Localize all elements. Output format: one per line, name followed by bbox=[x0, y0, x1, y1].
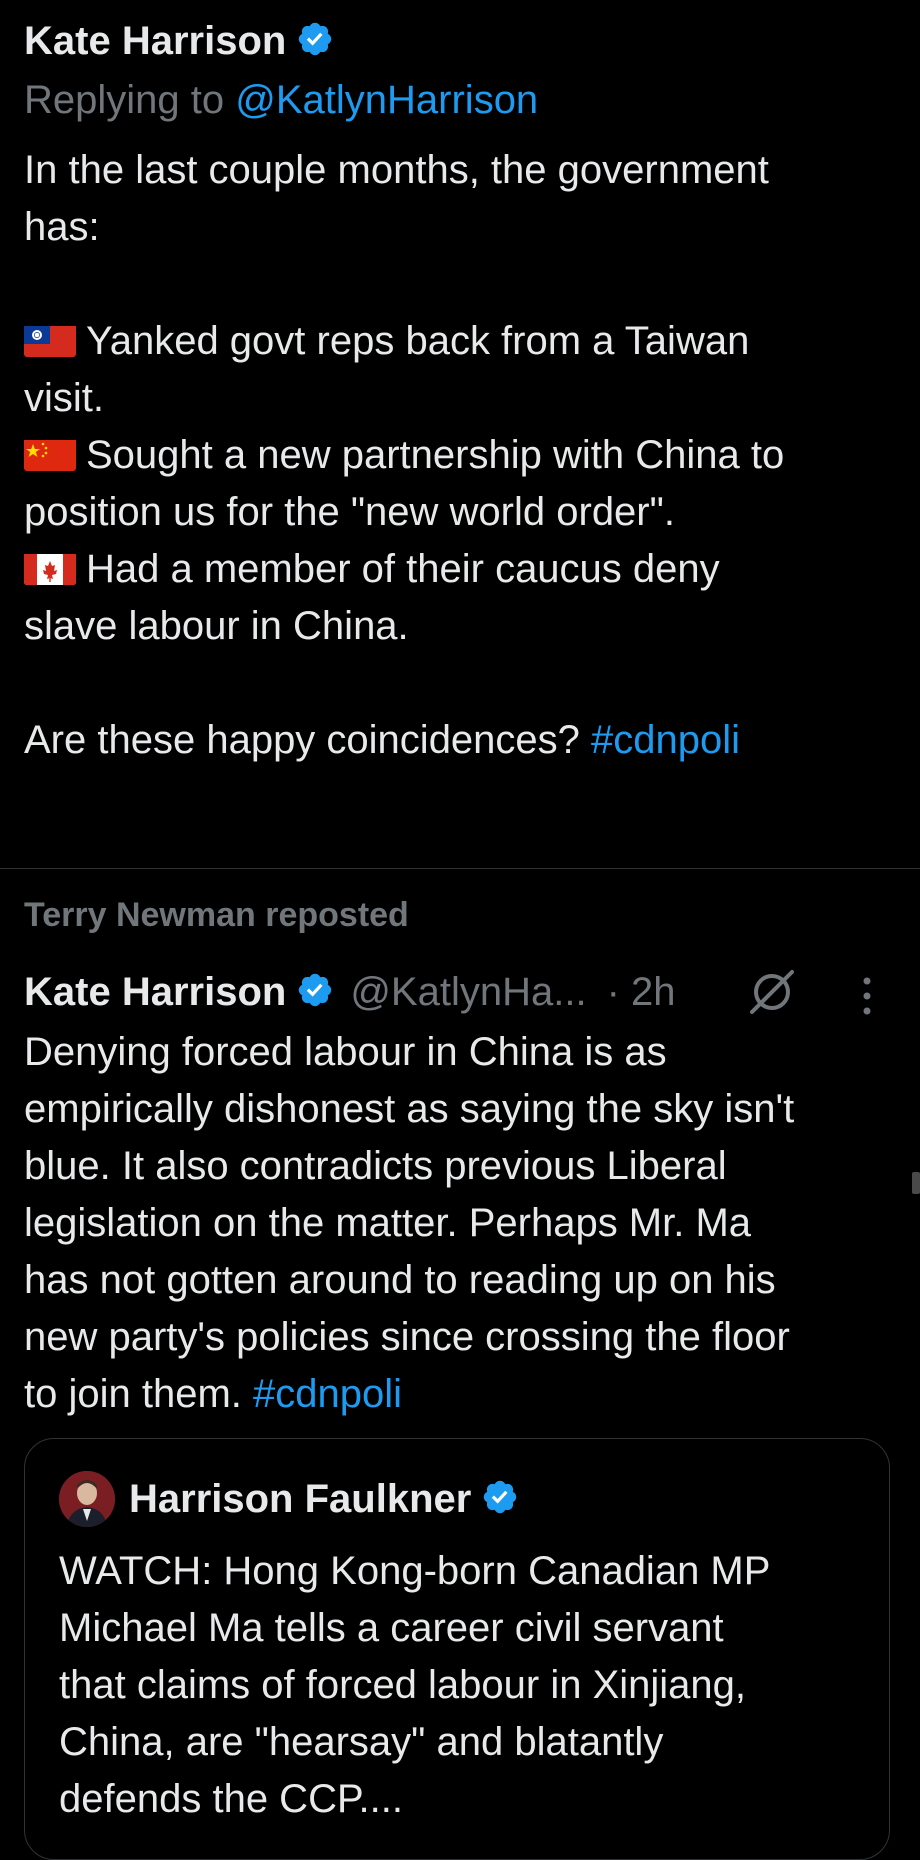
taiwan-flag-icon bbox=[24, 321, 76, 358]
tweet1-line: visit. bbox=[24, 376, 104, 420]
tweet1-author-name[interactable]: Kate Harrison bbox=[24, 19, 286, 64]
tweet2-line: legislation on the matter. Perhaps Mr. M… bbox=[24, 1201, 752, 1245]
tweet2-line: has not gotten around to reading up on h… bbox=[24, 1258, 776, 1302]
tweet2-handle[interactable]: @KatlynHa... bbox=[350, 970, 586, 1015]
quoted-line: WATCH: Hong Kong-born Canadian MP bbox=[59, 1549, 771, 1593]
repost-label[interactable]: Terry Newman reposted bbox=[24, 896, 409, 935]
tweet2-line: Denying forced labour in China is as bbox=[24, 1030, 667, 1074]
tweet1-line-text: Had a member of their caucus deny bbox=[86, 547, 720, 591]
tweet1-line bbox=[24, 655, 904, 712]
more-options-icon[interactable] bbox=[862, 976, 872, 1016]
scrollbar-thumb[interactable] bbox=[912, 1172, 920, 1194]
tweet2-time[interactable]: · 2h bbox=[607, 970, 676, 1015]
quoted-tweet-header: Harrison Faulkner bbox=[59, 1471, 519, 1527]
tweet2-author-name[interactable]: Kate Harrison bbox=[24, 970, 286, 1015]
grok-icon[interactable] bbox=[746, 966, 798, 1018]
verified-badge-icon bbox=[296, 971, 334, 1014]
tweet1-line-last: Are these happy coincidences? #cdnpoli bbox=[24, 712, 904, 769]
divider bbox=[0, 868, 920, 869]
tweet2-line-last: to join them. #cdnpoli bbox=[24, 1366, 904, 1423]
hashtag-link[interactable]: #cdnpoli bbox=[591, 718, 740, 762]
replying-to: Replying to @KatlynHarrison bbox=[24, 78, 538, 123]
avatar[interactable] bbox=[59, 1471, 115, 1527]
quoted-line: that claims of forced labour in Xinjiang… bbox=[59, 1663, 747, 1707]
canada-flag-icon bbox=[24, 549, 76, 586]
tweet2-line-text: to join them. bbox=[24, 1372, 242, 1416]
hashtag-link[interactable]: #cdnpoli bbox=[253, 1372, 402, 1416]
tweet1-line: position us for the "new world order". bbox=[24, 490, 675, 534]
china-flag-icon bbox=[24, 435, 76, 472]
replying-handle-link[interactable]: @KatlynHarrison bbox=[235, 78, 538, 122]
quoted-line: defends the CCP.... bbox=[59, 1777, 403, 1821]
tweet2-text: Denying forced labour in China is as emp… bbox=[24, 1024, 904, 1423]
tweet1-line: has: bbox=[24, 205, 100, 249]
replying-prefix: Replying to bbox=[24, 78, 225, 122]
tweet1-line: In the last couple months, the governmen… bbox=[24, 148, 769, 192]
quoted-author-name[interactable]: Harrison Faulkner bbox=[129, 1477, 471, 1522]
tweet1-line-china: Sought a new partnership with China to bbox=[24, 427, 904, 484]
tweet1-line-text: Are these happy coincidences? bbox=[24, 718, 580, 762]
tweet1-line bbox=[24, 256, 904, 313]
tweet1-line: slave labour in China. bbox=[24, 604, 409, 648]
tweet2-line: empirically dishonest as saying the sky … bbox=[24, 1087, 795, 1131]
verified-badge-icon bbox=[481, 1478, 519, 1521]
quoted-line: China, are "hearsay" and blatantly bbox=[59, 1720, 664, 1764]
tweet1-line-canada: Had a member of their caucus deny bbox=[24, 541, 904, 598]
quoted-tweet-card[interactable]: Harrison Faulkner WATCH: Hong Kong-born … bbox=[24, 1438, 890, 1860]
quoted-tweet-text: WATCH: Hong Kong-born Canadian MP Michae… bbox=[59, 1543, 879, 1828]
tweet1-text: In the last couple months, the governmen… bbox=[24, 142, 904, 769]
verified-badge-icon bbox=[296, 20, 334, 63]
quoted-line: Michael Ma tells a career civil servant bbox=[59, 1606, 724, 1650]
tweet1-header: Kate Harrison bbox=[24, 14, 334, 68]
tweet2-line: blue. It also contradicts previous Liber… bbox=[24, 1144, 727, 1188]
tweet2-line: new party's policies since crossing the … bbox=[24, 1315, 790, 1359]
tweet1-line-text: Yanked govt reps back from a Taiwan bbox=[86, 319, 750, 363]
tweet1-line-text: Sought a new partnership with China to bbox=[86, 433, 785, 477]
tweet1-line-taiwan: Yanked govt reps back from a Taiwan bbox=[24, 313, 904, 370]
